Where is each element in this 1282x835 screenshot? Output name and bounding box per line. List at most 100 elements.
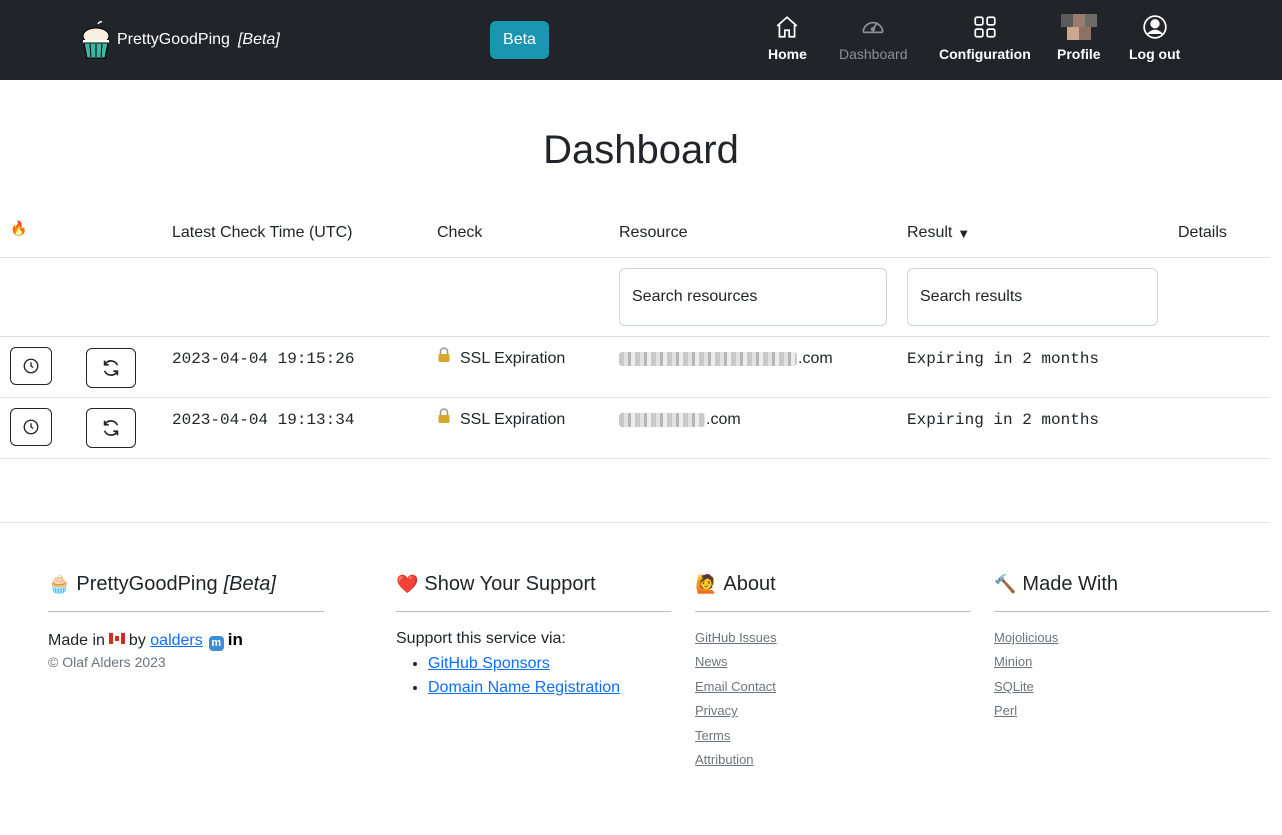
refresh-icon [103,420,119,436]
header-result-label: Result [907,224,953,241]
row-resource-suffix: .com [706,411,741,428]
nav-dashboard[interactable]: Dashboard [839,14,908,62]
fire-icon: 🔥 [10,221,28,237]
header-check: Check [437,224,483,241]
news-link[interactable]: News [695,650,971,674]
redacted-resource [619,352,797,366]
github-issues-link[interactable]: GitHub Issues [695,626,971,650]
row-resource[interactable]: .com [619,350,833,368]
search-resources-input[interactable] [619,268,887,326]
lock-icon [438,408,450,423]
footer-heading-rule [396,611,671,612]
brand-link[interactable]: PrettyGoodPing [Beta] [80,20,280,60]
row-check-label: SSL Expiration [460,350,566,367]
row-divider [0,458,1270,459]
made-in-line: Made in by oalders m in [48,630,324,651]
cupcake-logo-icon [82,21,110,59]
nav-home[interactable]: Home [768,14,807,62]
row-result: Expiring in 2 months [907,350,1100,368]
header-resource: Resource [619,224,688,241]
footer-made-with-title: Made With [1022,572,1119,595]
footer-brand-name: PrettyGoodPing [76,572,218,595]
linkedin-icon[interactable]: in [228,630,243,649]
privacy-link[interactable]: Privacy [695,699,971,723]
nav-configuration-label: Configuration [939,46,1031,62]
canada-flag-icon [108,633,125,644]
grid-icon [974,16,996,38]
footer-heading-rule [48,611,324,612]
nav-logout-label: Log out [1129,46,1181,62]
nav-home-label: Home [768,46,807,62]
table-header-divider [0,257,1270,258]
mastodon-icon[interactable]: m [208,635,224,651]
copyright: © Olaf Alders 2023 [48,653,166,670]
row-result: Expiring in 2 months [907,411,1100,429]
history-button[interactable] [10,408,52,446]
made-with-links: Mojolicious Minion SQLite Perl [994,626,1270,724]
refresh-icon [103,360,119,376]
author-link[interactable]: oalders [150,632,202,649]
nav-dashboard-label: Dashboard [839,46,908,62]
list-item: GitHub Sponsors [428,652,671,676]
row-resource[interactable]: .com [619,411,741,429]
nav-profile[interactable]: Profile [1057,14,1101,62]
header-details: Details [1178,224,1227,241]
row-check-time: 2023-04-04 19:13:34 [172,411,355,429]
support-intro: Support this service via: [396,630,566,647]
nav-configuration[interactable]: Configuration [939,14,1031,62]
footer-brand-column: 🧁 PrettyGoodPing [Beta] Made in by oalder… [48,570,324,670]
hammer-icon: 🔨 [994,573,1017,595]
search-results-input[interactable] [907,268,1158,326]
made-in-label: Made in [48,632,105,649]
footer-brand-tag: [Beta] [223,572,276,595]
brand-beta-tag: [Beta] [237,31,280,48]
page-title: Dashboard [543,128,739,172]
nav-logout[interactable]: Log out [1129,14,1180,62]
row-check-time: 2023-04-04 19:15:26 [172,350,355,368]
terms-link[interactable]: Terms [695,724,971,748]
email-contact-link[interactable]: Email Contact [695,675,971,699]
domain-registration-link[interactable]: Domain Name Registration [428,679,620,696]
search-row-divider [0,336,1270,337]
footer-about-heading: 🙋 About [695,570,971,598]
footer-made-with-column: 🔨 Made With Mojolicious Minion SQLite Pe… [994,570,1270,724]
list-item: Domain Name Registration [428,676,671,700]
by-label: by [128,632,146,649]
sqlite-link[interactable]: SQLite [994,675,1270,699]
history-button[interactable] [10,347,52,385]
footer-heading-rule [695,611,971,612]
header-result[interactable]: Result ▼ [907,224,968,242]
footer-heading-rule [994,611,1270,612]
github-sponsors-link[interactable]: GitHub Sponsors [428,655,550,672]
row-resource-suffix: .com [798,350,833,367]
beta-button[interactable]: Beta [490,21,549,59]
footer-made-with-heading: 🔨 Made With [994,570,1270,598]
footer-support-heading: ❤️ Show Your Support [396,570,671,598]
navbar: PrettyGoodPing [Beta] Beta Home Dashboar… [0,0,1282,80]
footer-about-title: About [723,572,776,595]
recheck-button[interactable] [86,348,136,388]
clock-icon [23,358,39,374]
recheck-button[interactable] [86,408,136,448]
minion-link[interactable]: Minion [994,650,1270,674]
clock-icon [23,419,39,435]
perl-link[interactable]: Perl [994,699,1270,723]
sort-down-icon: ▼ [959,229,968,240]
mojolicious-link[interactable]: Mojolicious [994,626,1270,650]
row-divider [0,397,1270,398]
footer-divider [0,522,1270,523]
cupcake-icon: 🧁 [48,573,71,595]
raised-hand-icon: 🙋 [695,573,718,595]
support-list: GitHub Sponsors Domain Name Registration [428,652,671,700]
footer-support-column: ❤️ Show Your Support Support this servic… [396,570,671,700]
lock-icon [438,347,450,362]
home-icon [777,16,798,38]
row-check: SSL Expiration [437,408,565,429]
redacted-resource [619,413,705,427]
nav-profile-label: Profile [1057,46,1101,62]
attribution-link[interactable]: Attribution [695,748,971,772]
user-circle-icon [1142,15,1167,39]
footer-support-title: Show Your Support [424,572,596,595]
avatar [1060,14,1097,40]
header-latest-check-time: Latest Check Time (UTC) [172,224,353,241]
